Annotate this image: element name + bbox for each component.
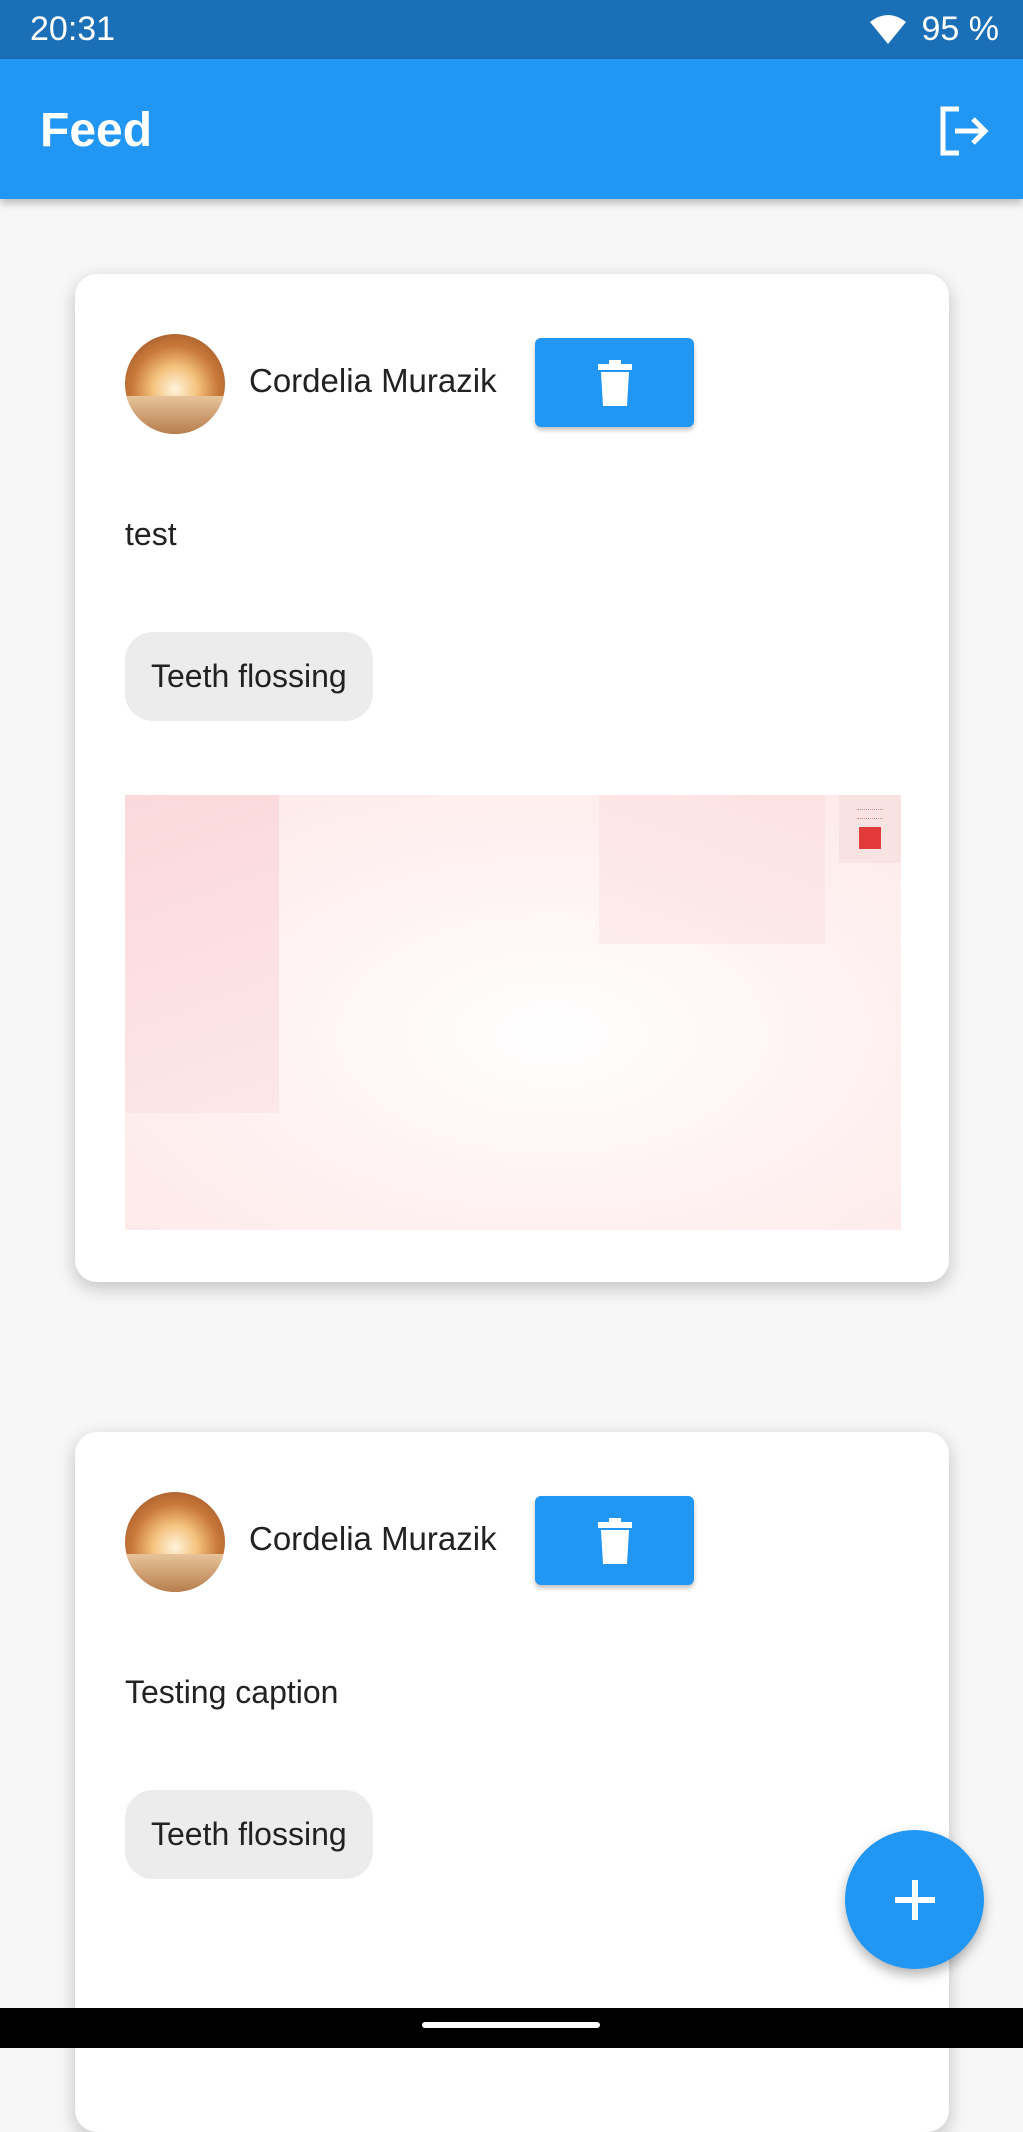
post-caption: test <box>125 516 177 552</box>
tag-chip[interactable]: Teeth flossing <box>125 1790 373 1879</box>
delete-button[interactable] <box>535 1496 694 1585</box>
image-thumbnail <box>839 795 901 863</box>
tag-label: Teeth flossing <box>151 658 347 694</box>
logout-icon[interactable] <box>935 103 991 159</box>
app-bar: Feed <box>0 59 1023 199</box>
plus-icon <box>894 1879 935 1920</box>
post-caption: Testing caption <box>125 1674 339 1710</box>
post-card: Cordelia Murazik test Teeth flossing <box>75 274 949 1282</box>
status-indicators: 95 % <box>868 10 1000 49</box>
tag-chip[interactable]: Teeth flossing <box>125 632 373 721</box>
system-nav-bar <box>0 2008 1023 2048</box>
post-image[interactable] <box>125 795 901 1230</box>
delete-button[interactable] <box>535 338 694 427</box>
tag-label: Teeth flossing <box>151 1816 347 1852</box>
trash-icon <box>597 1517 632 1564</box>
author-name: Cordelia Murazik <box>249 362 497 399</box>
wifi-icon <box>869 14 906 44</box>
avatar[interactable] <box>125 1492 225 1592</box>
status-bar: 20:31 95 % <box>0 0 1023 59</box>
add-post-button[interactable] <box>845 1830 984 1969</box>
avatar[interactable] <box>125 334 225 434</box>
home-handle[interactable] <box>422 2022 600 2028</box>
battery-level: 95 % <box>921 10 1000 48</box>
author-name: Cordelia Murazik <box>249 1520 497 1557</box>
trash-icon <box>597 359 632 406</box>
status-time: 20:31 <box>30 10 116 48</box>
page-title: Feed <box>40 104 153 157</box>
